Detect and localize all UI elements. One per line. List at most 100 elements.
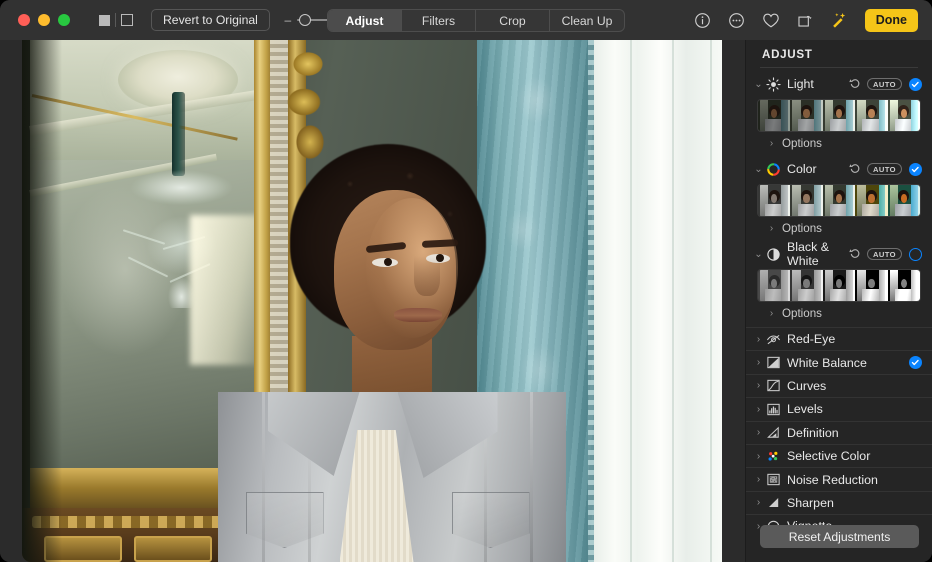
row-label-levels: Levels: [787, 402, 922, 416]
toggle-white-balance[interactable]: [909, 356, 922, 369]
section-light[interactable]: ⌄ Light AUTO: [746, 72, 932, 96]
sharpen-icon: [765, 494, 782, 511]
chevron-down-icon[interactable]: ⌄: [752, 249, 765, 260]
toggle-color[interactable]: [909, 163, 922, 176]
black-white-options[interactable]: › Options: [746, 304, 932, 323]
black-white-thumbnail[interactable]: [888, 270, 920, 301]
minimize-window-button[interactable]: [38, 14, 50, 26]
row-white-balance[interactable]: › White Balance: [746, 350, 932, 373]
chevron-right-icon[interactable]: ›: [752, 474, 765, 485]
black-white-thumbnail[interactable]: [758, 270, 790, 301]
reset-arrow-icon[interactable]: [849, 247, 861, 262]
color-thumbnail[interactable]: [758, 185, 790, 216]
more-options-icon[interactable]: [727, 10, 747, 30]
sheer-fold: [710, 40, 712, 562]
color-wheel-icon: [765, 161, 782, 178]
black-white-thumbnail[interactable]: [855, 270, 887, 301]
chevron-down-icon[interactable]: ⌄: [752, 164, 765, 175]
auto-badge-black-and-white[interactable]: AUTO: [867, 248, 902, 260]
black-white-thumbnail[interactable]: [823, 270, 855, 301]
sheer-fold: [630, 40, 632, 562]
row-label-noise-reduction: Noise Reduction: [787, 473, 922, 487]
toolbar: Revert to Original – + Adjust Filters Cr…: [0, 0, 932, 40]
row-label-sharpen: Sharpen: [787, 496, 922, 510]
selective-color-icon: [765, 448, 782, 465]
shirt-fold: [530, 392, 533, 562]
color-thumbnail[interactable]: [790, 185, 822, 216]
single-view-icon[interactable]: [116, 9, 137, 31]
section-color[interactable]: ⌄ Color AUTO: [746, 157, 932, 181]
row-label-selective-color: Selective Color: [787, 449, 922, 463]
light-thumbnail[interactable]: [855, 100, 887, 131]
reset-arrow-icon[interactable]: [849, 77, 861, 92]
light-thumbnail[interactable]: [790, 100, 822, 131]
tab-adjust[interactable]: Adjust: [328, 10, 402, 31]
split-view-icon[interactable]: [94, 9, 115, 31]
toggle-black-and-white[interactable]: [909, 248, 922, 261]
row-sharpen[interactable]: › Sharpen: [746, 491, 932, 514]
chevron-right-icon[interactable]: ›: [765, 223, 778, 234]
black-white-options-label: Options: [782, 307, 822, 320]
photo-image[interactable]: [22, 40, 722, 562]
chevron-right-icon[interactable]: ›: [752, 404, 765, 415]
row-selective-color[interactable]: › Selective Color: [746, 444, 932, 467]
info-icon[interactable]: [693, 10, 713, 30]
rotate-icon[interactable]: [795, 10, 815, 30]
light-thumbnail[interactable]: [758, 100, 790, 131]
row-curves[interactable]: › Curves: [746, 374, 932, 397]
magic-wand-icon[interactable]: [829, 10, 849, 30]
revert-to-original-button[interactable]: Revert to Original: [151, 9, 270, 31]
row-label-definition: Definition: [787, 426, 922, 440]
row-label-white-balance: White Balance: [787, 356, 909, 370]
color-thumbnail-strip[interactable]: [757, 184, 921, 217]
view-mode-toggle: [94, 9, 137, 31]
reset-arrow-icon[interactable]: [849, 162, 861, 177]
black-white-thumbnail[interactable]: [790, 270, 822, 301]
light-thumbnail-strip[interactable]: [757, 99, 921, 132]
reset-adjustments-button[interactable]: Reset Adjustments: [760, 525, 919, 548]
color-thumbnail[interactable]: [888, 185, 920, 216]
color-thumbnail[interactable]: [823, 185, 855, 216]
favorite-heart-icon[interactable]: [761, 10, 781, 30]
section-label-color: Color: [787, 162, 849, 176]
red-eye-icon: [765, 331, 782, 348]
chevron-right-icon[interactable]: ›: [765, 138, 778, 149]
chevron-down-icon[interactable]: ⌄: [752, 79, 765, 90]
black-white-thumbnail-strip[interactable]: [757, 269, 921, 302]
row-noise-reduction[interactable]: › Noise Reduction: [746, 467, 932, 490]
close-window-button[interactable]: [18, 14, 30, 26]
row-definition[interactable]: › Definition: [746, 421, 932, 444]
sheer-fold: [672, 40, 674, 562]
light-options-label: Options: [782, 137, 822, 150]
light-thumbnail[interactable]: [823, 100, 855, 131]
chevron-right-icon[interactable]: ›: [752, 427, 765, 438]
chevron-right-icon[interactable]: ›: [752, 497, 765, 508]
row-red-eye[interactable]: › Red-Eye: [746, 327, 932, 350]
chevron-right-icon[interactable]: ›: [752, 334, 765, 345]
auto-badge-color[interactable]: AUTO: [867, 163, 902, 175]
zoom-slider-knob[interactable]: [299, 14, 311, 26]
color-thumbnail[interactable]: [855, 185, 887, 216]
section-black-and-white[interactable]: ⌄ Black & White AUTO: [746, 242, 932, 266]
auto-badge-light[interactable]: AUTO: [867, 78, 902, 90]
tab-crop[interactable]: Crop: [476, 10, 550, 31]
light-options[interactable]: › Options: [746, 134, 932, 153]
toggle-light[interactable]: [909, 78, 922, 91]
row-levels[interactable]: › Levels: [746, 397, 932, 420]
light-thumbnail[interactable]: [888, 100, 920, 131]
light-sun-icon: [765, 76, 782, 93]
chevron-right-icon[interactable]: ›: [752, 451, 765, 462]
color-options-label: Options: [782, 222, 822, 235]
photo-canvas[interactable]: [0, 40, 745, 562]
chevron-right-icon[interactable]: ›: [752, 357, 765, 368]
divider: [760, 67, 918, 68]
done-button[interactable]: Done: [865, 9, 918, 32]
zoom-out-label[interactable]: –: [284, 13, 292, 27]
tab-filters[interactable]: Filters: [402, 10, 476, 31]
color-options[interactable]: › Options: [746, 219, 932, 238]
maximize-window-button[interactable]: [58, 14, 70, 26]
left-shadow: [22, 40, 62, 562]
chevron-right-icon[interactable]: ›: [765, 308, 778, 319]
chevron-right-icon[interactable]: ›: [752, 380, 765, 391]
tab-cleanup[interactable]: Clean Up: [550, 10, 624, 31]
